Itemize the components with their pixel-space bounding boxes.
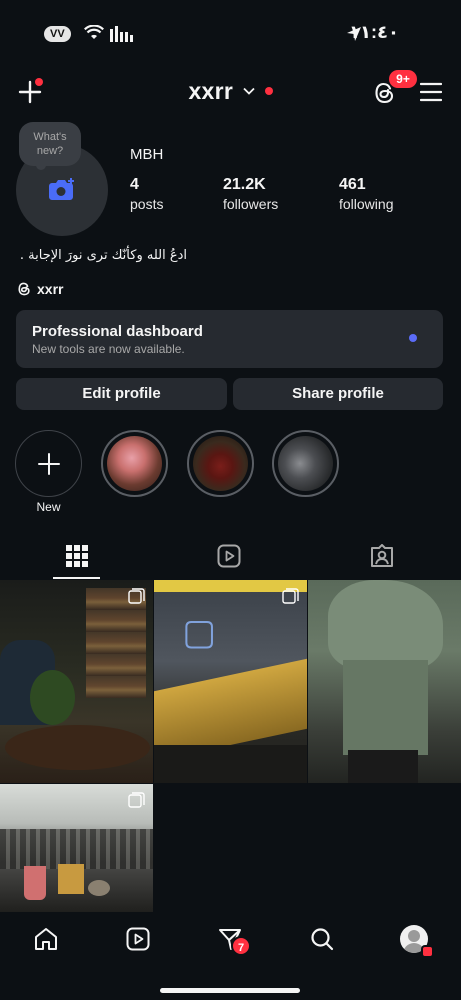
highlight-thumbnail — [107, 436, 162, 491]
grid-icon[interactable] — [66, 545, 88, 567]
cellular-signal-icon — [110, 26, 133, 42]
threads-badge: 9+ — [389, 70, 417, 88]
highlight-3[interactable] — [272, 430, 339, 497]
following-label[interactable]: following — [339, 196, 393, 212]
plus-icon — [38, 453, 60, 475]
railing-shape — [0, 829, 153, 869]
followers-count[interactable]: 21.2K — [223, 176, 266, 194]
share-profile-button[interactable]: Share profile — [233, 378, 443, 410]
messages-badge: 7 — [231, 936, 251, 956]
post-thumbnail-1[interactable] — [0, 580, 153, 783]
carrier-badge: VV — [44, 26, 71, 42]
note-bubble[interactable]: What's new? — [19, 122, 81, 166]
search-icon[interactable] — [310, 927, 334, 951]
body-shape — [343, 660, 428, 755]
bottom-navigation: 7 — [0, 912, 461, 1000]
header-username: xxrr — [188, 78, 234, 104]
table-shape — [5, 725, 150, 770]
legs-shape — [348, 750, 418, 783]
dashboard-subtitle: New tools are now available. — [32, 342, 185, 356]
drink-cup-shape — [24, 866, 46, 900]
tagged-icon[interactable] — [370, 544, 394, 568]
reels-icon[interactable] — [217, 544, 241, 568]
reels-icon[interactable] — [126, 927, 150, 951]
plant-shape — [30, 670, 75, 725]
home-indicator — [160, 988, 300, 993]
chevron-down-icon — [243, 87, 255, 95]
active-tab-indicator — [53, 577, 100, 579]
add-photo-camera-icon — [49, 178, 74, 200]
post-thumbnail-3[interactable] — [308, 580, 461, 783]
status-bar: VV ١١:٤٠ — [0, 0, 461, 62]
highlight-thumbnail — [278, 436, 333, 491]
multi-photo-icon — [128, 792, 145, 808]
followers-label[interactable]: followers — [223, 196, 278, 212]
neon-sign-shape: ▢ — [182, 612, 217, 653]
post-thumbnail-2[interactable]: ▢ — [154, 580, 307, 783]
highlight-thumbnail — [193, 436, 248, 491]
highlight-2[interactable] — [187, 430, 254, 497]
multi-photo-icon — [282, 588, 299, 604]
multi-photo-icon — [128, 588, 145, 604]
menu-hamburger-icon[interactable] — [420, 82, 442, 102]
dashboard-title: Professional dashboard — [32, 323, 203, 340]
floor-shape — [154, 745, 307, 783]
wifi-icon — [84, 25, 104, 39]
hoodie-shape — [328, 580, 443, 670]
threads-small-icon — [18, 282, 30, 296]
following-count[interactable]: 461 — [339, 176, 366, 194]
new-highlight-label: New — [36, 500, 61, 514]
profile-header: xxrr 9+ — [0, 66, 461, 116]
avatar-head-shape — [408, 930, 420, 942]
highlight-1[interactable] — [101, 430, 168, 497]
pastry-box-shape — [58, 864, 84, 894]
account-notification-dot — [264, 87, 273, 95]
post-thumbnail-4[interactable] — [0, 784, 153, 914]
bio-text: ادعُ الله وكأنّك ترى نورَ الإجابة . — [19, 248, 187, 263]
status-time: ١١:٤٠ — [349, 22, 399, 42]
plate-shape — [88, 880, 110, 896]
new-highlight-button[interactable] — [15, 430, 82, 497]
posts-count[interactable]: 4 — [130, 176, 139, 194]
threads-handle: xxrr — [37, 281, 64, 297]
threads-profile-link[interactable]: xxrr — [17, 280, 63, 298]
profile-content-tabs — [0, 534, 461, 580]
profile-notification-dot — [421, 945, 434, 958]
professional-dashboard-card[interactable]: Professional dashboard New tools are now… — [16, 310, 443, 368]
home-icon[interactable] — [34, 927, 58, 951]
dashboard-new-dot — [409, 334, 417, 342]
posts-label[interactable]: posts — [130, 196, 163, 212]
display-name: MBH — [130, 146, 164, 163]
edit-profile-button[interactable]: Edit profile — [16, 378, 227, 410]
